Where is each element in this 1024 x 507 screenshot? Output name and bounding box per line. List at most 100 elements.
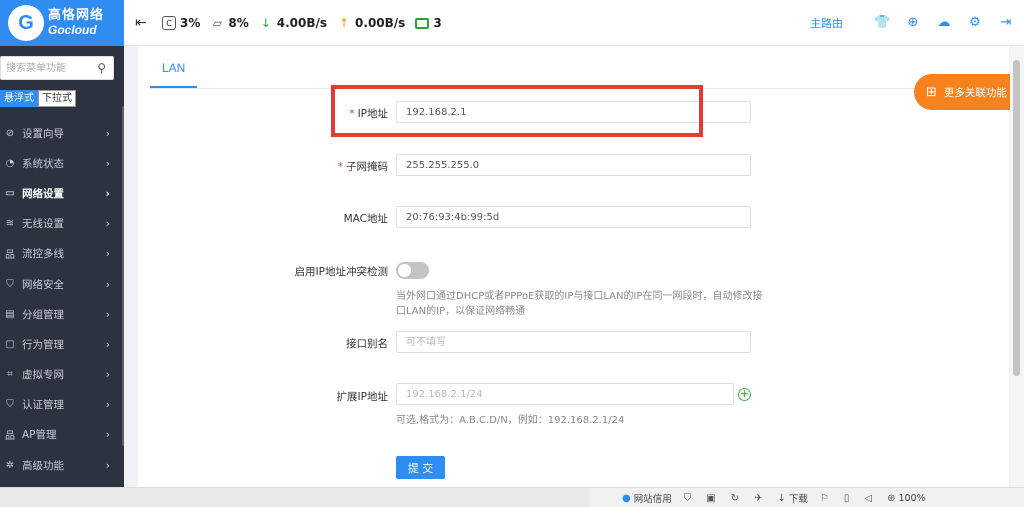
sidebar-item-system-status[interactable]: ◔ 系统状态 › xyxy=(0,148,124,178)
upload-value: 0.00B/s xyxy=(355,16,406,30)
status-download[interactable]: ↓ 下载 xyxy=(777,491,808,506)
site-credit[interactable]: ● 网站信用 xyxy=(622,491,672,506)
sidebar-item-vpn[interactable]: ⌗ 虚拟专网 › xyxy=(0,360,124,390)
arrow-down-icon: ↓ xyxy=(260,16,271,30)
status-book[interactable]: ▯ xyxy=(844,493,853,504)
monitor-icon xyxy=(415,17,430,29)
status-pin[interactable]: ✈ xyxy=(754,493,765,504)
status-bar-right: ● 网站信用 ⛉ ▣ ↻ ✈ ↓ 下载 ⚐ ▯ ◁ ⊕ 100% xyxy=(622,488,938,507)
main-scrollbar[interactable] xyxy=(1010,46,1024,487)
brand-logo[interactable]: G 高恪网络 Gocloud xyxy=(0,0,124,46)
stat-upload: ↑ 0.00B/s xyxy=(337,16,405,30)
sidebar-item-group-management[interactable]: ▤ 分组管理 › xyxy=(0,299,124,329)
mask-label: * 子网掩码 xyxy=(138,159,388,174)
status-shield[interactable]: ⛉ xyxy=(684,493,695,504)
status-speaker[interactable]: ◁ xyxy=(864,493,875,504)
status-image[interactable]: ▣ xyxy=(706,493,718,504)
zoom-label: 100% xyxy=(898,492,926,504)
sidebar-item-label: 网络设置 xyxy=(22,187,64,200)
menu-collapse-icon[interactable]: ⇤ xyxy=(135,15,151,31)
chevron-right-icon: › xyxy=(105,307,110,321)
ext-ip-input[interactable] xyxy=(397,384,733,404)
water-drop-icon: ● xyxy=(622,492,631,504)
sidebar-item-label: 分组管理 xyxy=(22,308,64,321)
mode-floating-button[interactable]: 悬浮式 xyxy=(0,90,38,107)
mode-dropdown-button[interactable]: 下拉式 xyxy=(38,90,76,107)
mask-input[interactable] xyxy=(397,155,750,175)
stat-clients[interactable]: 3 xyxy=(415,16,442,30)
scrollbar-thumb[interactable] xyxy=(1013,60,1020,376)
status-flag[interactable]: ⚐ xyxy=(820,493,832,504)
logout-icon[interactable]: ⇥ xyxy=(998,15,1014,31)
brand-name-cn: 高恪网络 xyxy=(48,8,105,23)
menu-search: ⚲ xyxy=(0,56,114,80)
download-label: 下载 xyxy=(788,494,808,505)
sidebar-item-network-settings[interactable]: ▭ 网络设置 › xyxy=(0,178,124,208)
network-icon: 品 xyxy=(5,250,15,262)
cpu-value: 3% xyxy=(180,16,201,30)
chat-icon: ▢ xyxy=(5,338,15,350)
brand-name-en: Gocloud xyxy=(48,23,97,37)
shirt-icon[interactable]: 👕 xyxy=(874,15,890,31)
search-icon[interactable]: ⚲ xyxy=(97,61,106,75)
menu-search-input[interactable] xyxy=(1,57,91,79)
tab-bar: LAN xyxy=(150,46,198,88)
alias-input[interactable] xyxy=(397,332,750,352)
mask-field xyxy=(396,154,751,176)
compass-icon: ⊘ xyxy=(5,127,15,139)
top-bar: G 高恪网络 Gocloud ⇤ C 3% ▱ 8% ↓ 4.00B/s ↑ 0… xyxy=(0,0,1024,46)
ip-input[interactable] xyxy=(397,102,750,122)
add-ip-plus-icon[interactable]: + xyxy=(738,388,751,401)
shield-icon: ⛉ xyxy=(6,278,14,290)
status-bar-left xyxy=(0,488,590,507)
mask-label-text: 子网掩码 xyxy=(346,161,388,173)
download-value: 4.00B/s xyxy=(276,16,328,30)
tab-lan[interactable]: LAN xyxy=(150,46,198,88)
zoom-icon: ⊕ xyxy=(887,492,896,504)
sidebar-item-ap-management[interactable]: 品 AP管理 › xyxy=(0,420,124,450)
alias-field xyxy=(396,331,751,353)
memory-value: 8% xyxy=(228,16,249,30)
chevron-right-icon: › xyxy=(105,398,110,412)
menu-mode-switch: 悬浮式 下拉式 xyxy=(0,90,76,107)
memory-icon: ▱ xyxy=(212,16,222,30)
cloud-upload-icon[interactable]: ☁ xyxy=(936,15,952,31)
chevron-right-icon: › xyxy=(105,126,110,140)
site-credit-label: 网站信用 xyxy=(633,494,672,505)
sidebar-item-behavior-management[interactable]: ▢ 行为管理 › xyxy=(0,329,124,359)
sidebar-item-label: 虚拟专网 xyxy=(22,369,64,382)
monitor-icon: ▭ xyxy=(5,187,15,199)
required-mark: * xyxy=(349,108,355,120)
sidebar-item-setup-wizard[interactable]: ⊘ 设置向导 › xyxy=(0,118,124,148)
globe-icon[interactable]: ⊕ xyxy=(905,15,921,31)
mac-input[interactable] xyxy=(397,207,750,227)
status-refresh[interactable]: ↻ xyxy=(731,493,742,504)
document-icon: ▤ xyxy=(5,308,15,320)
stat-cpu: C 3% xyxy=(162,16,200,30)
sidebar-item-label: 认证管理 xyxy=(22,399,64,412)
chevron-right-icon: › xyxy=(105,247,110,261)
sidebar-scrollbar[interactable] xyxy=(122,106,124,446)
browser-status-bar: ● 网站信用 ⛉ ▣ ↻ ✈ ↓ 下载 ⚐ ▯ ◁ ⊕ 100% xyxy=(0,487,1024,507)
stat-download: ↓ 4.00B/s xyxy=(259,16,327,30)
sidebar-item-flow-control[interactable]: 品流控多线 › xyxy=(0,239,124,269)
sidebar-item-advanced[interactable]: ✲ 高级功能 › xyxy=(0,450,124,480)
system-stats: C 3% ▱ 8% ↓ 4.00B/s ↑ 0.00B/s 3 xyxy=(162,0,452,46)
top-right-actions: 主路由 👕 ⊕ ☁ ⚙ ⇥ xyxy=(810,0,1014,46)
clients-value: 3 xyxy=(433,16,442,30)
sidebar-item-network-security[interactable]: ⛉ 网络安全 › xyxy=(0,269,124,299)
sidebar-item-label: 网络安全 xyxy=(22,278,64,291)
mac-label: MAC地址 xyxy=(343,213,388,225)
main-router-link[interactable]: 主路由 xyxy=(810,15,843,31)
image-icon: ▣ xyxy=(706,492,716,504)
sidebar-item-label: 设置向导 xyxy=(22,127,64,140)
more-related-features-button[interactable]: ⊞ 更多关联功能 xyxy=(914,74,1024,110)
sidebar-item-auth-management[interactable]: ⛉ 认证管理 › xyxy=(0,390,124,420)
status-zoom[interactable]: ⊕ 100% xyxy=(887,493,926,504)
sidebar-item-wireless[interactable]: ≋ 无线设置 › xyxy=(0,209,124,239)
submit-button[interactable]: 提 交 xyxy=(396,456,445,479)
grid-icon: ⊞ xyxy=(926,84,937,100)
toggle-knob xyxy=(398,264,411,277)
gear-icon[interactable]: ⚙ xyxy=(967,15,983,31)
conflict-toggle[interactable] xyxy=(396,262,429,279)
